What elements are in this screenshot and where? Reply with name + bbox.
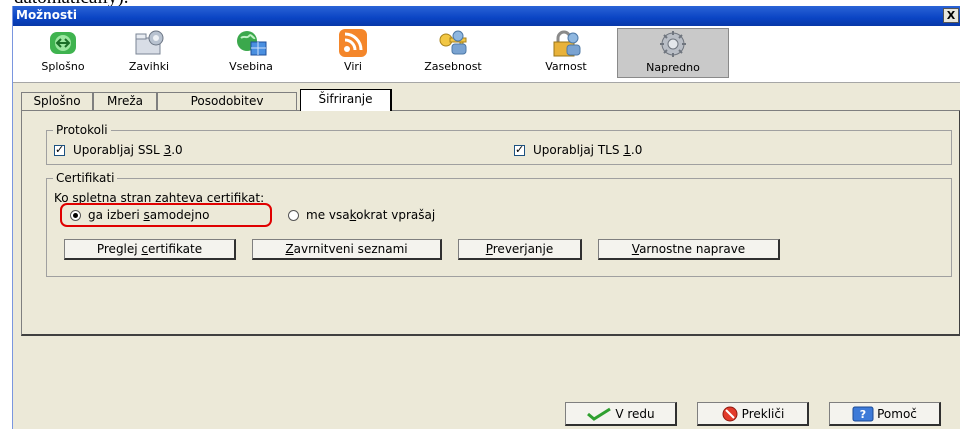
toolbar-label: Splošno	[41, 60, 85, 73]
help-label: Pomoč	[877, 406, 917, 421]
protocols-legend: Protokoli	[56, 123, 108, 137]
tab-update[interactable]: Posodobitev	[157, 92, 297, 110]
ssl-label: Uporabljaj SSL 3.0	[73, 143, 183, 157]
cancel-label: Prekliči	[741, 406, 785, 421]
window-title: Možnosti	[16, 8, 77, 22]
checkmark-icon	[587, 407, 612, 421]
toolbar-label: Napredno	[646, 61, 700, 74]
toolbar-advanced[interactable]: Napredno	[617, 28, 729, 78]
toolbar-tabs[interactable]: Zavihki	[121, 28, 177, 78]
certificates-legend: Certifikati	[56, 171, 115, 185]
cancel-button[interactable]: Prekliči	[697, 402, 809, 426]
radio-ask-every-time[interactable]: me vsakokrat vprašaj	[288, 208, 435, 222]
tab-network[interactable]: Mreža	[93, 92, 157, 110]
content-icon	[237, 31, 267, 56]
ok-button[interactable]: V redu	[565, 402, 677, 426]
toolbar-label: Vsebina	[229, 60, 273, 73]
toolbar-general[interactable]: Splošno	[35, 28, 91, 78]
toolbar-label: Zasebnost	[424, 60, 482, 73]
svg-text:?: ?	[860, 408, 866, 421]
toolbar-feeds[interactable]: Viri	[331, 28, 375, 78]
cancel-icon	[722, 406, 738, 421]
checkbox-box	[514, 143, 525, 156]
radio-ask-label: me vsakokrat vprašaj	[306, 208, 436, 222]
toolbar-privacy[interactable]: Zasebnost	[419, 28, 487, 78]
category-toolbar: Splošno Zavihki Vsebina Viri Zasebnost V…	[13, 26, 960, 83]
radio-dot	[70, 209, 81, 221]
ok-label: V redu	[615, 406, 655, 421]
ssl-checkbox[interactable]: Uporabljaj SSL 3.0	[54, 143, 183, 157]
advanced-icon	[660, 31, 686, 57]
toolbar-label: Varnost	[545, 60, 587, 73]
tab-general[interactable]: Splošno	[21, 92, 93, 110]
tabs-icon	[135, 30, 164, 55]
title-bar: Možnosti X	[13, 6, 960, 26]
tls-label: Uporabljaj TLS 1.0	[533, 143, 643, 157]
security-devices-button[interactable]: Varnostne naprave	[598, 239, 780, 260]
feeds-icon	[339, 29, 367, 57]
security-icon	[553, 30, 581, 57]
radio-auto-select[interactable]: ga izberi samodejno	[70, 208, 209, 222]
toolbar-label: Viri	[344, 60, 362, 73]
checkbox-box	[54, 143, 65, 156]
general-icon	[50, 32, 76, 54]
verification-button[interactable]: Preverjanje	[458, 239, 582, 260]
help-icon: ?	[852, 406, 874, 421]
toolbar-label: Zavihki	[128, 60, 170, 73]
toolbar-security[interactable]: Varnost	[537, 28, 595, 78]
radio-auto-label: ga izberi samodejno	[88, 208, 210, 222]
close-button[interactable]: X	[943, 8, 959, 23]
options-dialog: Možnosti X Splošno Zavihki Vsebina Viri …	[12, 6, 960, 429]
privacy-icon	[439, 30, 467, 55]
radio-dot	[288, 209, 299, 221]
revocation-lists-button[interactable]: Zavrnitveni seznami	[252, 239, 442, 260]
help-button[interactable]: ? Pomoč	[829, 402, 941, 426]
toolbar-content[interactable]: Vsebina	[220, 28, 282, 78]
tls-checkbox[interactable]: Uporabljaj TLS 1.0	[514, 143, 642, 157]
encryption-panel: Protokoli Uporabljaj SSL 3.0 Uporabljaj …	[21, 110, 960, 336]
view-certificates-button[interactable]: Preglej certifikate	[64, 239, 236, 260]
tab-encryption[interactable]: Šifriranje	[300, 89, 392, 111]
